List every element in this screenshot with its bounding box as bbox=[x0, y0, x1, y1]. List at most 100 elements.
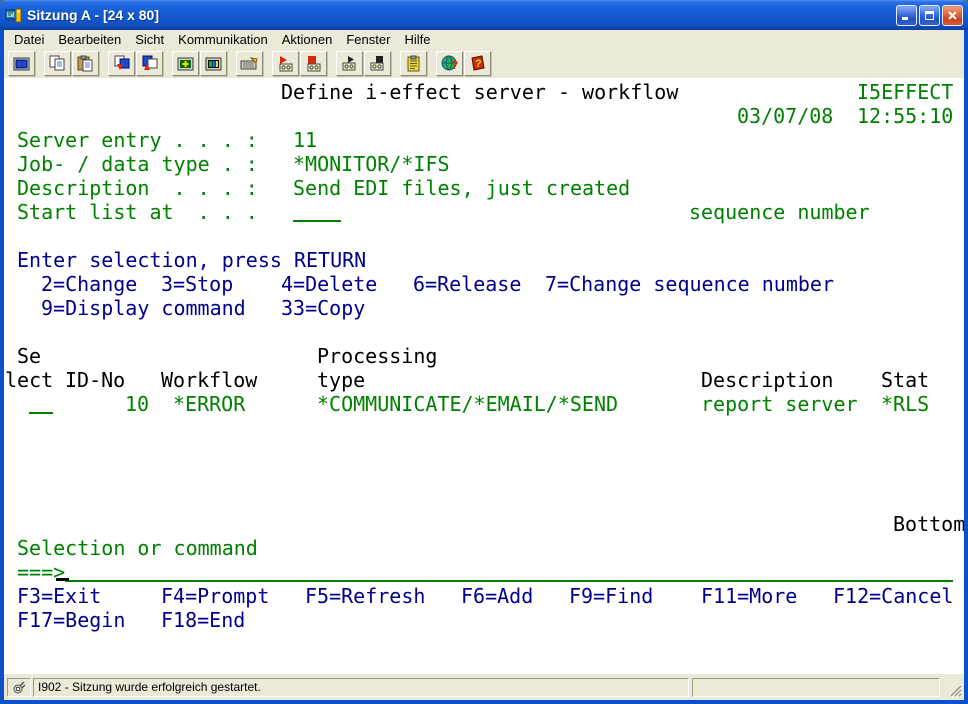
fkey-f5-refresh: F5=Refresh bbox=[305, 584, 425, 608]
help-icon: ? bbox=[469, 55, 487, 72]
fkey-f11-more: F11=More bbox=[701, 584, 797, 608]
start-list-at-input[interactable] bbox=[293, 200, 341, 222]
command-input[interactable] bbox=[65, 560, 953, 582]
record-macro-icon bbox=[276, 55, 295, 72]
fkey-f12-cancel: F12=Cancel bbox=[833, 584, 953, 608]
keyboard-setup-icon bbox=[240, 56, 259, 72]
quit-macro-button[interactable] bbox=[364, 51, 391, 76]
color-setup-button[interactable] bbox=[200, 51, 227, 76]
resize-grip[interactable] bbox=[943, 678, 962, 697]
minimize-icon bbox=[901, 10, 912, 21]
header-processing-bottom: type bbox=[317, 368, 365, 392]
copy-button[interactable] bbox=[44, 51, 71, 76]
option-4-delete: 4=Delete bbox=[281, 272, 377, 296]
job-data-type-label: Job- / data type . : bbox=[17, 152, 258, 176]
option-3-stop: 3=Stop bbox=[161, 272, 233, 296]
receive-file-icon bbox=[140, 55, 159, 72]
start-list-at-hint: sequence number bbox=[689, 200, 870, 224]
close-button[interactable] bbox=[942, 5, 963, 26]
emulator-window: Sitzung A - [24 x 80] Datei Bearbeiten S… bbox=[0, 0, 968, 704]
header-description: Description bbox=[701, 368, 833, 392]
server-entry-label: Server entry . . . : bbox=[17, 128, 258, 152]
menu-sicht[interactable]: Sicht bbox=[128, 31, 171, 48]
close-icon bbox=[947, 10, 958, 21]
copy-icon bbox=[48, 55, 67, 72]
terminal-screen[interactable]: Define i-effect server - workflow I5EFFE… bbox=[4, 78, 964, 674]
fkey-f9-find: F9=Find bbox=[569, 584, 653, 608]
screen-date: 03/07/08 bbox=[737, 104, 833, 128]
header-stat: Stat bbox=[881, 368, 929, 392]
stop-record-button[interactable] bbox=[300, 51, 327, 76]
clipboard-icon bbox=[405, 55, 422, 72]
svg-text:?: ? bbox=[475, 58, 482, 70]
option-2-change: 2=Change bbox=[41, 272, 137, 296]
row-select-input[interactable] bbox=[29, 392, 53, 414]
menu-fenster[interactable]: Fenster bbox=[339, 31, 397, 48]
row-processing: *COMMUNICATE/*EMAIL/*SEND bbox=[317, 392, 618, 416]
menu-hilfe[interactable]: Hilfe bbox=[397, 31, 437, 48]
title-bar[interactable]: Sitzung A - [24 x 80] bbox=[0, 0, 968, 30]
menu-bearbeiten[interactable]: Bearbeiten bbox=[51, 31, 128, 48]
option-9-display-command: 9=Display command bbox=[41, 296, 246, 320]
header-id-no: ID-No bbox=[65, 368, 125, 392]
row-workflow: *ERROR bbox=[173, 392, 245, 416]
receive-file-button[interactable] bbox=[136, 51, 163, 76]
start-list-at-label: Start list at . . . bbox=[17, 200, 258, 224]
option-7-change-sequence: 7=Change sequence number bbox=[545, 272, 834, 296]
maximize-button[interactable] bbox=[919, 5, 940, 26]
screen-time: 12:55:10 bbox=[857, 104, 953, 128]
fkey-f18-end: F18=End bbox=[161, 608, 245, 632]
connection-status-icon bbox=[12, 681, 27, 694]
maximize-icon bbox=[924, 10, 935, 21]
header-select-top: Se bbox=[17, 344, 41, 368]
menu-bar: Datei Bearbeiten Sicht Kommunikation Akt… bbox=[4, 30, 964, 49]
send-file-button[interactable] bbox=[108, 51, 135, 76]
record-macro-button[interactable] bbox=[272, 51, 299, 76]
job-data-type-value: *MONITOR/*IFS bbox=[293, 152, 450, 176]
window-title: Sitzung A - [24 x 80] bbox=[27, 7, 894, 23]
menu-kommunikation[interactable]: Kommunikation bbox=[171, 31, 275, 48]
clipboard-button[interactable] bbox=[400, 51, 427, 76]
app-icon bbox=[5, 7, 22, 24]
play-macro-icon bbox=[340, 55, 359, 72]
header-select-bottom: lect bbox=[5, 368, 53, 392]
option-33-copy: 33=Copy bbox=[281, 296, 365, 320]
status-message: I902 - Sitzung wurde erfolgreich gestart… bbox=[33, 678, 689, 697]
row-description: report server bbox=[701, 392, 858, 416]
description-label: Description . . . : bbox=[17, 176, 258, 200]
fkey-f17-begin: F17=Begin bbox=[17, 608, 125, 632]
display-setup-button[interactable] bbox=[172, 51, 199, 76]
color-setup-icon bbox=[204, 56, 223, 72]
paste-icon bbox=[76, 55, 95, 72]
toolbar: ? ? bbox=[4, 49, 964, 78]
fkey-f4-prompt: F4=Prompt bbox=[161, 584, 269, 608]
play-macro-button[interactable] bbox=[336, 51, 363, 76]
keyboard-setup-button[interactable] bbox=[236, 51, 263, 76]
new-session-button[interactable] bbox=[8, 51, 35, 76]
header-workflow: Workflow bbox=[161, 368, 257, 392]
server-entry-value: 11 bbox=[293, 128, 317, 152]
fkey-f3-exit: F3=Exit bbox=[17, 584, 101, 608]
screen-title: Define i-effect server - workflow bbox=[281, 80, 678, 104]
resize-grip-icon bbox=[948, 683, 962, 697]
row-id: 10 bbox=[125, 392, 149, 416]
command-label: Selection or command bbox=[17, 536, 258, 560]
instruction-line: Enter selection, press RETURN bbox=[17, 248, 366, 272]
option-6-release: 6=Release bbox=[413, 272, 521, 296]
menu-aktionen[interactable]: Aktionen bbox=[275, 31, 340, 48]
text-cursor bbox=[56, 578, 69, 581]
menu-datei[interactable]: Datei bbox=[7, 31, 51, 48]
status-bar: I902 - Sitzung wurde erfolgreich gestart… bbox=[4, 674, 964, 700]
help-button[interactable]: ? bbox=[464, 51, 491, 76]
header-processing-top: Processing bbox=[317, 344, 437, 368]
description-value: Send EDI files, just created bbox=[293, 176, 630, 200]
fkey-f6-add: F6=Add bbox=[461, 584, 533, 608]
web-browser-button[interactable]: ? bbox=[436, 51, 463, 76]
system-name: I5EFFECT bbox=[857, 80, 953, 104]
minimize-button[interactable] bbox=[896, 5, 917, 26]
quit-macro-icon bbox=[368, 55, 387, 72]
new-session-icon bbox=[12, 56, 31, 72]
window-frame: Datei Bearbeiten Sicht Kommunikation Akt… bbox=[0, 30, 968, 704]
web-browser-icon: ? bbox=[441, 55, 459, 72]
paste-button[interactable] bbox=[72, 51, 99, 76]
